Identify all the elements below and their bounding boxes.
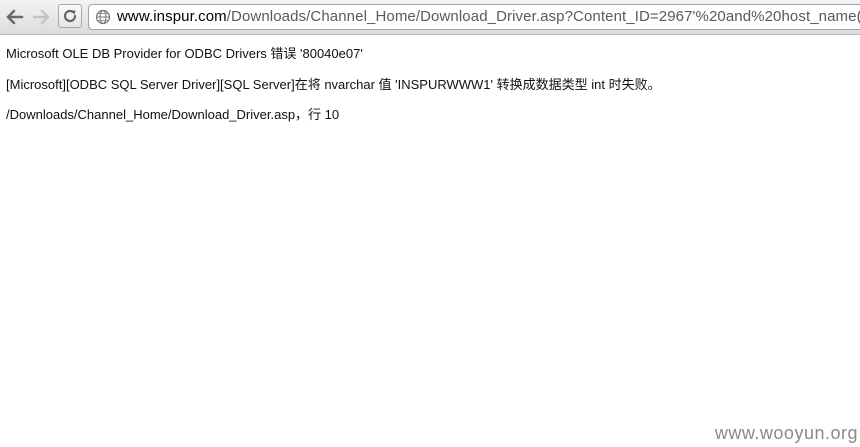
address-bar[interactable]: www.inspur.com/Downloads/Channel_Home/Do… — [88, 4, 860, 30]
arrow-right-icon — [32, 9, 50, 25]
browser-toolbar: www.inspur.com/Downloads/Channel_Home/Do… — [0, 0, 860, 35]
error-message: [Microsoft][ODBC SQL Server Driver][SQL … — [6, 77, 661, 92]
globe-icon — [95, 9, 111, 25]
reload-icon — [63, 9, 77, 23]
reload-button[interactable] — [58, 4, 82, 28]
url-text[interactable]: www.inspur.com/Downloads/Channel_Home/Do… — [117, 5, 860, 29]
url-host: www.inspur.com — [117, 8, 227, 25]
error-title: Microsoft OLE DB Provider for ODBC Drive… — [6, 46, 363, 61]
url-path: /Downloads/Channel_Home/Download_Driver.… — [226, 8, 860, 25]
forward-button[interactable] — [30, 6, 52, 28]
error-location: /Downloads/Channel_Home/Download_Driver.… — [6, 107, 340, 122]
watermark: www.wooyun.org — [714, 423, 858, 443]
back-button[interactable] — [4, 6, 26, 28]
arrow-left-icon — [6, 9, 24, 25]
